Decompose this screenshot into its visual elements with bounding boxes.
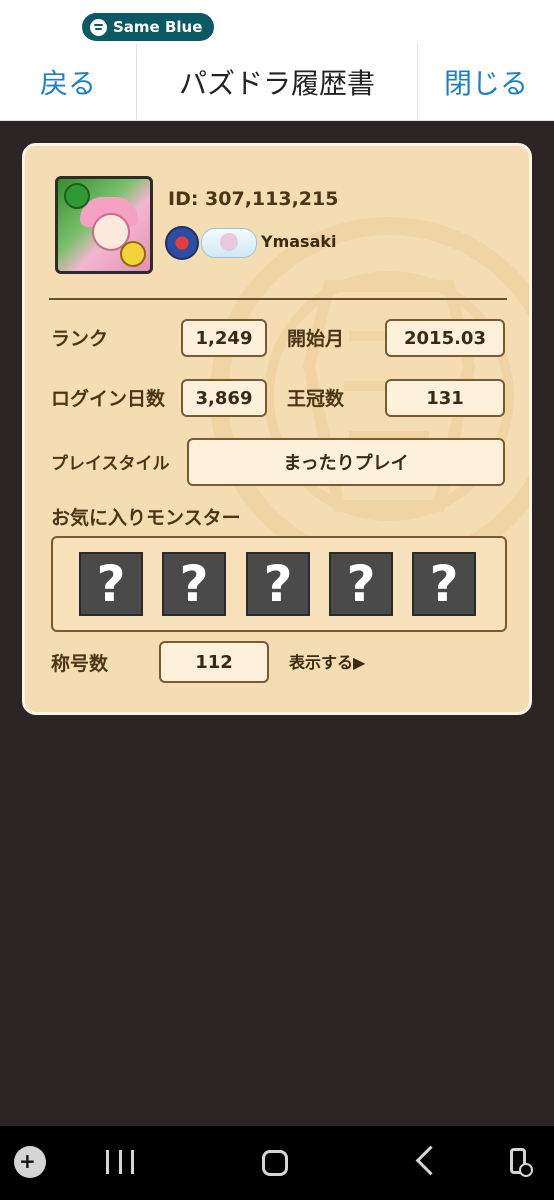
favorite-slot-3[interactable]: ? — [246, 552, 310, 616]
avatar-badge-icon — [201, 228, 257, 258]
divider — [49, 298, 507, 300]
favorite-monsters-label: お気に入りモンスター — [51, 507, 241, 529]
rank-badge-icon — [165, 226, 199, 260]
spotify-icon — [90, 18, 107, 36]
android-nav-bar — [0, 1126, 554, 1200]
crown-count-label: 王冠数 — [287, 388, 345, 410]
start-month-value: 2015.03 — [385, 319, 505, 357]
player-id: ID: 307,113,215 — [168, 188, 339, 210]
play-style-value: まったりプレイ — [187, 438, 505, 486]
crown-count-value: 131 — [385, 379, 505, 417]
play-style-label: プレイスタイル — [51, 454, 170, 474]
header: 戻る パズドラ履歴書 閉じる — [0, 44, 554, 121]
favorite-slot-4[interactable]: ? — [329, 552, 393, 616]
favorite-monsters-box: ? ? ? ? ? — [51, 536, 507, 632]
wood-attribute-icon — [64, 183, 90, 209]
favorite-slot-1[interactable]: ? — [79, 552, 143, 616]
page-title: パズドラ履歴書 — [178, 67, 375, 100]
rank-value: 1,249 — [181, 319, 267, 357]
recent-apps-icon[interactable] — [106, 1150, 134, 1176]
back-icon[interactable] — [415, 1145, 446, 1176]
start-month-label: 開始月 — [287, 328, 345, 350]
rank-label: ランク — [51, 328, 109, 350]
status-bar: Same Blue — [0, 0, 554, 44]
title-count-value: 112 — [159, 641, 269, 683]
awakening-star-icon — [120, 241, 146, 267]
phone-block-icon[interactable] — [510, 1148, 533, 1177]
profile-card: ID: 307,113,215 Ymasaki ランク 1,249 開始月 20… — [22, 143, 532, 715]
game-tools-icon[interactable] — [14, 1146, 46, 1178]
favorite-slot-5[interactable]: ? — [412, 552, 476, 616]
media-title: Same Blue — [113, 18, 203, 36]
favorite-slot-2[interactable]: ? — [162, 552, 226, 616]
home-icon[interactable] — [262, 1150, 288, 1176]
leader-monster-avatar[interactable] — [55, 176, 153, 274]
back-button[interactable]: 戻る — [0, 44, 137, 120]
media-notification-pill[interactable]: Same Blue — [82, 13, 215, 41]
player-name: Ymasaki — [261, 232, 337, 251]
title-count-label: 称号数 — [51, 653, 109, 675]
login-days-value: 3,869 — [181, 379, 267, 417]
show-titles-link[interactable]: 表示する▶ — [289, 649, 365, 673]
close-button[interactable]: 閉じる — [417, 44, 554, 120]
login-days-label: ログイン日数 — [51, 388, 166, 410]
